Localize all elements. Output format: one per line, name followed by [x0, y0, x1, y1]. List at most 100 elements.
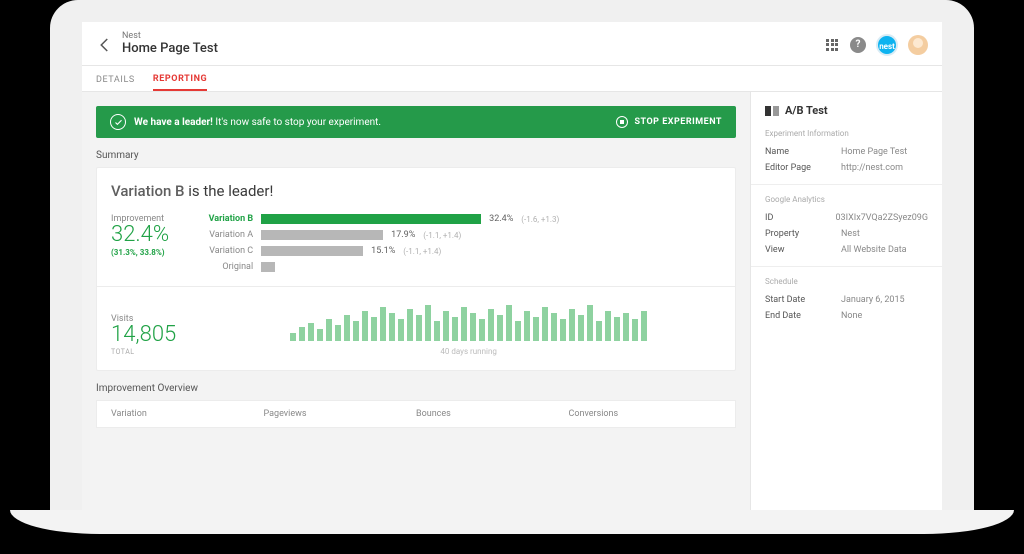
- overview-column: Pageviews: [264, 409, 417, 419]
- side-key: ID: [765, 213, 836, 223]
- side-value: None: [841, 311, 862, 321]
- title-block: Nest Home Page Test: [122, 32, 218, 56]
- stop-experiment-button[interactable]: STOP EXPERIMENT: [616, 116, 722, 128]
- tab-reporting[interactable]: REPORTING: [153, 74, 207, 91]
- avatar[interactable]: [908, 35, 928, 55]
- spark-bar: [389, 313, 395, 341]
- leader-title: Variation B is the leader!: [111, 182, 721, 200]
- leader-banner: We have a leader! It's now safe to stop …: [96, 106, 736, 138]
- bar-track: [261, 230, 383, 240]
- bar-track: [261, 214, 481, 224]
- side-key: View: [765, 245, 841, 255]
- spark-bar: [569, 309, 575, 341]
- side-key: Name: [765, 147, 841, 157]
- spark-bar: [533, 317, 539, 341]
- apps-icon[interactable]: [824, 37, 840, 53]
- side-value: Home Page Test: [841, 147, 907, 157]
- spark-bar: [560, 319, 566, 341]
- bar-row: Original: [193, 262, 721, 272]
- side-value: All Website Data: [841, 245, 907, 255]
- spark-bar: [308, 323, 314, 341]
- spark-bar: [614, 317, 620, 341]
- spark-bar: [434, 321, 440, 341]
- side-value: 03IXIx7VQa2ZSyez09G: [836, 213, 929, 223]
- back-arrow-icon[interactable]: [96, 36, 114, 54]
- visits-block: Visits 14,805 TOTAL: [111, 314, 176, 356]
- page-title: Home Page Test: [122, 42, 218, 56]
- spark-bar: [515, 321, 521, 341]
- bar-pct: 32.4%: [489, 214, 513, 224]
- tab-details[interactable]: DETAILS: [96, 75, 135, 91]
- spark-bar: [632, 319, 638, 341]
- check-circle-icon: [110, 114, 126, 130]
- bar-row: Variation B32.4% (-1.6, +1.3): [193, 214, 721, 224]
- side-row: ID03IXIx7VQa2ZSyez09G: [765, 210, 928, 226]
- spark-bar: [425, 305, 431, 341]
- help-icon[interactable]: ?: [850, 37, 866, 53]
- spark-bar: [398, 319, 404, 341]
- spark-bar: [416, 315, 422, 341]
- side-row: ViewAll Website Data: [765, 242, 928, 258]
- spark-bar: [380, 307, 386, 341]
- spark-bar: [605, 311, 611, 341]
- visits-total: TOTAL: [111, 348, 176, 356]
- side-panel: A/B Test Experiment Information NameHome …: [750, 92, 942, 510]
- bar-row: Variation C15.1% (-1.1, +1.4): [193, 246, 721, 256]
- bar-name: Original: [193, 262, 253, 272]
- spark-bar: [461, 307, 467, 341]
- side-value: http://nest.com: [841, 163, 903, 173]
- spark-bar: [326, 319, 332, 341]
- bar-name: Variation B: [193, 214, 253, 224]
- spark-bar: [488, 309, 494, 341]
- bar-ci: (-1.1, +1.4): [423, 231, 461, 240]
- spark-bar: [290, 333, 296, 341]
- side-key: Start Date: [765, 295, 841, 305]
- bar-track: [261, 262, 275, 272]
- spark-bar: [587, 305, 593, 341]
- spark-bar: [470, 313, 476, 341]
- header-actions: ? nest: [824, 34, 928, 56]
- spark-bar: [371, 317, 377, 341]
- ab-test-icon: [765, 106, 779, 116]
- side-value: Nest: [841, 229, 860, 239]
- improvement-ci: (31.3%, 33.8%): [111, 248, 169, 257]
- side-row: Start DateJanuary 6, 2015: [765, 292, 928, 308]
- stop-icon: [616, 116, 628, 128]
- spark-bar: [362, 311, 368, 341]
- overview-column: Bounces: [416, 409, 569, 419]
- bar-pct: 17.9%: [391, 230, 415, 240]
- side-row: NameHome Page Test: [765, 144, 928, 160]
- summary-card: Variation B is the leader! Improvement 3…: [96, 167, 736, 371]
- nest-badge-icon[interactable]: nest: [876, 34, 898, 56]
- spark-bar: [497, 315, 503, 341]
- spark-bar: [551, 313, 557, 341]
- spark-bar: [317, 329, 323, 341]
- visits-value: 14,805: [111, 324, 176, 346]
- side-row: End DateNone: [765, 308, 928, 324]
- bar-name: Variation A: [193, 230, 253, 240]
- overview-column: Variation: [111, 409, 264, 419]
- bar-pct: 15.1%: [371, 246, 395, 256]
- summary-label: Summary: [96, 150, 736, 161]
- side-group-label: Experiment Information: [765, 129, 928, 138]
- banner-text: We have a leader! It's now safe to stop …: [134, 117, 381, 128]
- side-title: A/B Test: [765, 104, 928, 117]
- side-key: End Date: [765, 311, 841, 321]
- spark-bar: [353, 321, 359, 341]
- bar-track: [261, 246, 363, 256]
- overview-column: Conversions: [569, 409, 722, 419]
- spark-bar: [299, 327, 305, 341]
- spark-caption: 40 days running: [440, 347, 497, 356]
- stop-label: STOP EXPERIMENT: [634, 117, 722, 127]
- bar-row: Variation A 17.9% (-1.1, +1.4): [193, 230, 721, 240]
- improvement-block: Improvement 32.4% (31.3%, 33.8%): [111, 214, 169, 272]
- side-key: Property: [765, 229, 841, 239]
- spark-bar: [623, 313, 629, 341]
- spark-bar: [641, 311, 647, 341]
- variation-bars: Variation B32.4% (-1.6, +1.3)Variation A…: [193, 214, 721, 272]
- spark-bar: [524, 311, 530, 341]
- bar-ci: (-1.1, +1.4): [403, 247, 441, 256]
- spark-bar: [407, 309, 413, 341]
- side-row: PropertyNest: [765, 226, 928, 242]
- overview-columns: VariationPageviewsBouncesConversions: [97, 401, 735, 427]
